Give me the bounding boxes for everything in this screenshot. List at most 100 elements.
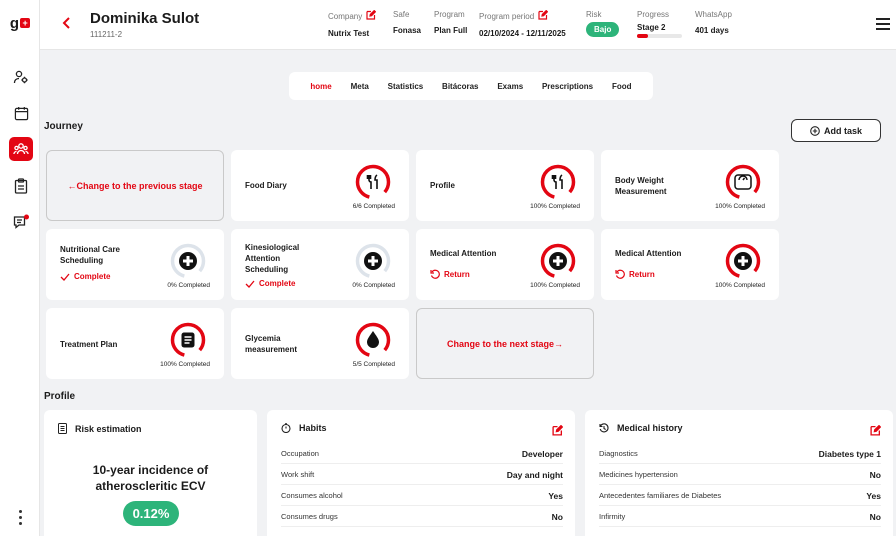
card-title: Food Diary [245,181,287,190]
edit-company-icon[interactable] [366,9,377,22]
patient-name: Dominika Sulot [90,10,200,27]
card-status: 100% Completed [160,361,210,368]
tab-prescriptions[interactable]: Prescriptions [542,82,593,91]
journey-card-body-weight[interactable]: Body Weight Measurement 100% Completed [601,150,779,221]
section-tabs: home Meta Statistics Bitácoras Exams Pre… [289,72,653,100]
company-value: Nutrix Test [328,29,370,38]
medical-cross-icon [734,252,752,270]
journey-title: Journey [44,121,83,132]
progress-ring [540,243,576,279]
complete-action[interactable]: Complete [60,272,110,281]
tab-food[interactable]: Food [612,82,632,91]
previous-stage-button[interactable]: ←Change to the previous stage [46,150,224,221]
clipboard-list-icon[interactable] [10,175,32,197]
journey-card-glycemia[interactable]: Glycemia measurement 5/5 Completed [231,308,409,379]
medical-cross-icon [549,252,567,270]
calendar-icon[interactable] [10,102,32,124]
program-field: Program Plan Full [434,10,467,35]
return-label: Return [444,269,470,279]
journey-card-treatment-plan[interactable]: Treatment Plan 100% Completed [46,308,224,379]
history-key: Medicines hypertension [599,470,678,479]
clipboard-icon [181,332,195,348]
journey-card-medical-attention-1[interactable]: Medical Attention Return 100% Completed [416,229,594,300]
edit-period-icon[interactable] [538,9,549,22]
habit-key: Consumes drugs [281,512,338,521]
whatsapp-label: WhatsApp [695,10,732,19]
logo-letter: g [9,14,20,32]
habit-row: Occupation Developer [281,444,563,464]
program-period-field: Program period 02/10/2024 - 12/11/2025 [479,9,566,38]
journey-card-nutritional-care[interactable]: Nutritional Care Scheduling Complete 0% … [46,229,224,300]
medical-history-panel: Medical history Diagnostics Diabetes type… [585,410,893,536]
app-logo[interactable]: g + [5,8,35,38]
back-icon[interactable] [62,16,71,34]
timer-icon [281,423,291,433]
habit-key: Consumes alcohol [281,491,343,500]
edit-habits-icon[interactable] [552,423,564,441]
card-status: 100% Completed [715,203,765,210]
risk-label: Risk [586,10,602,19]
habit-value: Yes [548,490,563,501]
risk-field: Risk Bajo [586,10,620,37]
tab-exams[interactable]: Exams [497,82,523,91]
company-field: Company Nutrix Test [328,9,377,38]
tab-statistics[interactable]: Statistics [388,82,424,91]
history-row: Medicines hypertension No [599,465,881,485]
return-action[interactable]: Return [615,269,655,279]
tab-bitacoras[interactable]: Bitácoras [442,82,478,91]
habit-key: Work shift [281,470,315,479]
chat-notification-icon[interactable] [10,211,32,233]
add-task-label: Add task [823,125,862,136]
card-title: Treatment Plan [60,340,118,349]
safe-label: Safe [393,10,410,19]
next-stage-button[interactable]: Change to the next stage→ [416,308,594,379]
progress-bar-fill [637,34,649,38]
plus-circle-icon [810,125,820,136]
progress-ring [355,164,391,200]
medical-cross-icon [364,252,382,270]
add-task-button[interactable]: Add task [791,119,881,142]
history-key: Diagnostics [599,449,638,458]
patients-icon[interactable] [9,137,33,161]
history-key: Infirmity [599,512,626,521]
journey-card-profile[interactable]: Profile 100% Completed [416,150,594,221]
complete-action[interactable]: Complete [245,279,295,288]
history-value: Diabetes type 1 [818,448,881,459]
journey-card-kinesiological[interactable]: Kinesiological Attention Scheduling Comp… [231,229,409,300]
scale-icon [734,174,752,190]
hamburger-menu-icon[interactable] [876,18,890,33]
habit-row: Consumes alcohol Yes [281,486,563,506]
card-title: Kinesiological Attention Scheduling [245,243,300,274]
check-icon [60,273,70,281]
tab-home[interactable]: home [310,82,331,91]
drop-icon [367,331,379,348]
users-settings-icon[interactable] [10,66,32,88]
patient-header: Dominika Sulot 111211-2 Company Nutrix T… [40,0,896,50]
logo-cross-icon: + [20,18,31,28]
risk-value-badge: 0.12% [123,501,179,526]
medical-cross-icon [179,252,197,270]
more-options-icon[interactable] [17,510,23,525]
safe-value: Fonasa [393,26,422,35]
risk-estimation-panel: Risk estimation 10-year incidence of ath… [44,410,257,536]
card-title: Body Weight Measurement [615,176,667,196]
whatsapp-field: WhatsApp 401 days [695,10,732,35]
history-row: Diagnostics Diabetes type 1 [599,444,881,464]
progress-field: Progress Stage 2 [637,10,682,38]
tab-meta[interactable]: Meta [351,82,369,91]
journey-card-medical-attention-2[interactable]: Medical Attention Return 100% Completed [601,229,779,300]
program-label: Program [434,10,465,19]
history-icon [599,423,609,433]
progress-ring [355,322,391,358]
card-status: 100% Completed [530,282,580,289]
complete-label: Complete [74,272,111,281]
edit-history-icon[interactable] [870,423,882,441]
card-title: Medical Attention [615,249,682,258]
return-action[interactable]: Return [430,269,470,279]
program-period-value: 02/10/2024 - 12/11/2025 [479,29,566,38]
journey-card-food-diary[interactable]: Food Diary 6/6 Completed [231,150,409,221]
card-status: 100% Completed [530,203,580,210]
return-icon [430,269,440,279]
progress-ring [725,164,761,200]
habit-row: Work shift Day and night [281,465,563,485]
